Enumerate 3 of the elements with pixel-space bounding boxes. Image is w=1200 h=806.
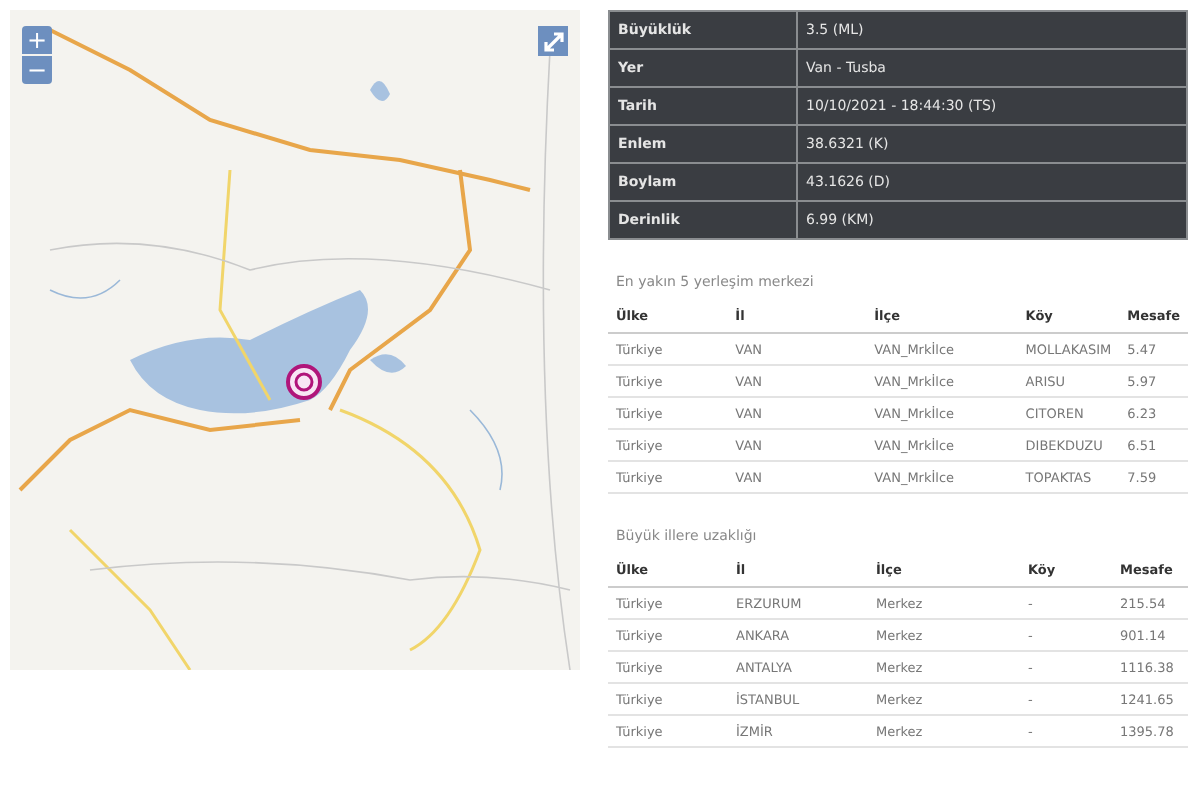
zoom-in-button[interactable]: + [22,26,52,54]
fullscreen-button[interactable] [538,26,568,56]
zoom-out-button[interactable]: − [22,56,52,84]
